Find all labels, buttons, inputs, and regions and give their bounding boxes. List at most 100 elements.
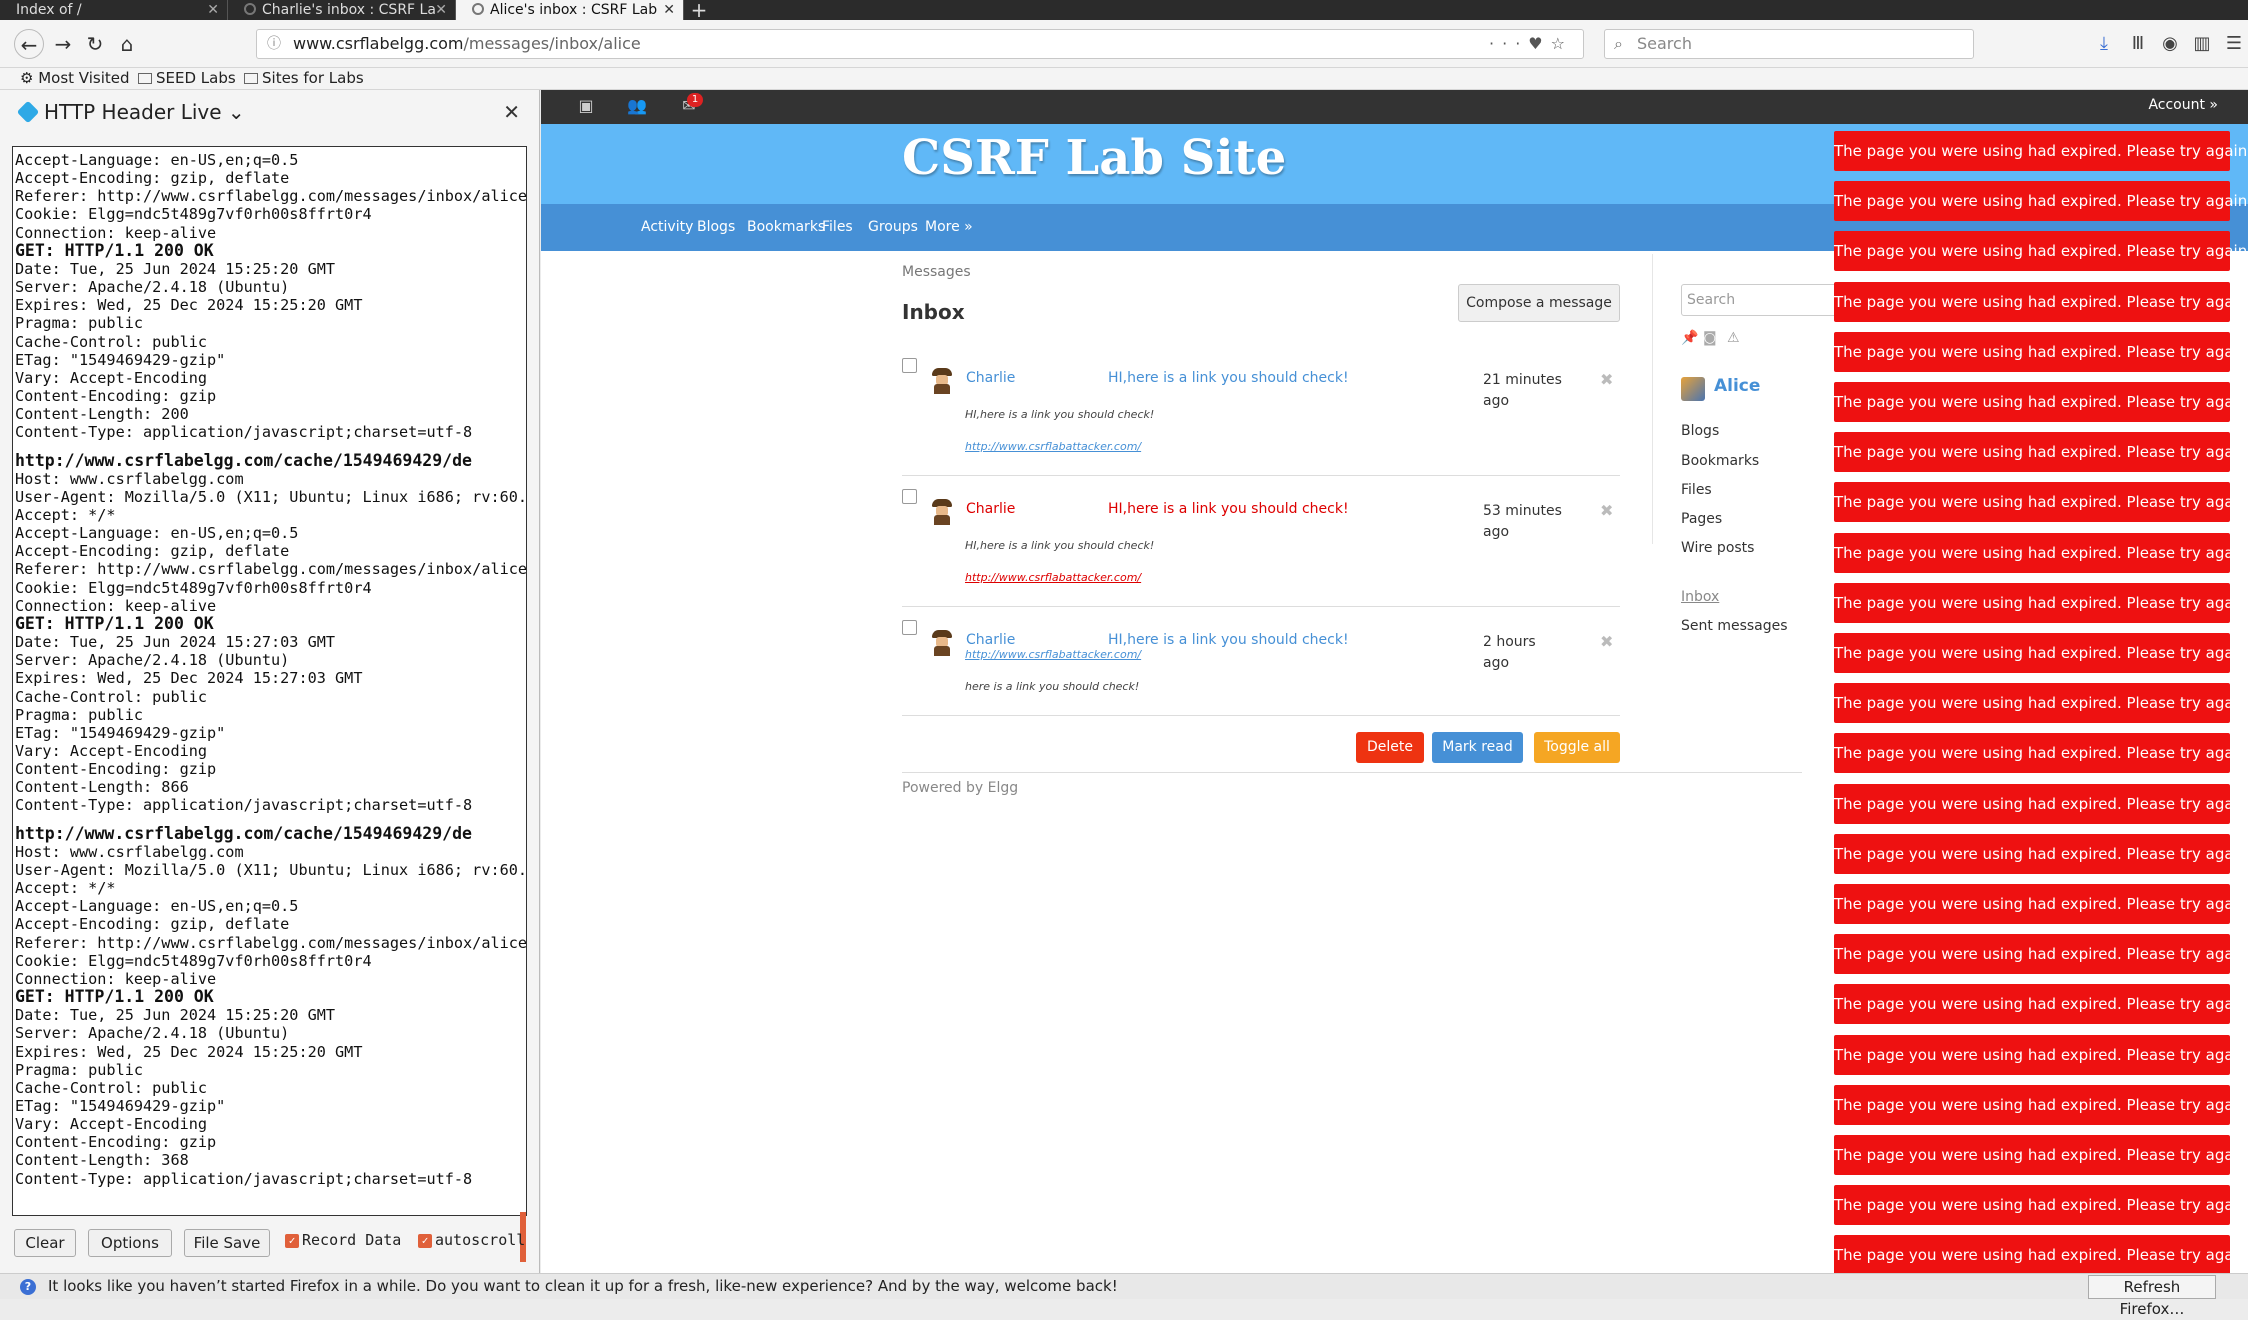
sidebar-toggle-icon[interactable]: ▥ bbox=[2188, 29, 2216, 59]
account-menu[interactable]: Account » bbox=[2148, 97, 2218, 113]
error-message[interactable]: The page you were using had expired. Ple… bbox=[1834, 281, 2248, 322]
owner-link-blogs[interactable]: Blogs bbox=[1681, 423, 1719, 439]
message-sender[interactable]: Charlie bbox=[966, 632, 1015, 648]
refresh-firefox-button[interactable]: Refresh Firefox… bbox=[2088, 1275, 2216, 1318]
error-message[interactable]: The page you were using had expired. Ple… bbox=[1834, 1034, 2248, 1075]
message-link[interactable]: http://www.csrflabattacker.com/ bbox=[965, 571, 1141, 584]
close-tab-icon[interactable]: ✕ bbox=[207, 0, 219, 20]
error-message[interactable]: The page you were using had expired. Ple… bbox=[1834, 984, 2248, 1025]
error-message[interactable]: The page you were using had expired. Ple… bbox=[1834, 131, 2248, 171]
avatar[interactable] bbox=[930, 368, 954, 394]
message-checkbox[interactable] bbox=[902, 358, 917, 373]
error-message[interactable]: The page you were using had expired. Ple… bbox=[1834, 482, 2248, 523]
forward-icon[interactable]: → bbox=[48, 29, 78, 59]
menu-activity[interactable]: Activity bbox=[641, 219, 693, 235]
clear-button[interactable]: Clear bbox=[14, 1229, 76, 1257]
autoscroll-checkbox[interactable]: ✓ autoscroll bbox=[418, 1231, 525, 1249]
bookmark-most-visited[interactable]: ⚙ Most Visited bbox=[20, 68, 130, 88]
page-actions-icon[interactable]: ···♥☆ bbox=[1489, 30, 1573, 58]
messages-link-sent[interactable]: Sent messages bbox=[1681, 618, 1788, 634]
message-row[interactable]: Charlie HI,here is a link you should che… bbox=[902, 620, 1620, 716]
back-icon[interactable]: ← bbox=[14, 29, 44, 59]
error-message[interactable]: The page you were using had expired. Ple… bbox=[1834, 1235, 2248, 1276]
rss-icon[interactable]: ◙ bbox=[1703, 330, 1717, 346]
message-row[interactable]: Charlie HI,here is a link you should che… bbox=[902, 489, 1620, 607]
owner-link-files[interactable]: Files bbox=[1681, 482, 1712, 498]
error-message[interactable]: The page you were using had expired. Ple… bbox=[1834, 833, 2248, 874]
delete-icon[interactable]: ✖ bbox=[1600, 632, 1613, 651]
delete-icon[interactable]: ✖ bbox=[1600, 370, 1613, 389]
menu-bookmarks[interactable]: Bookmarks bbox=[747, 219, 825, 235]
error-message[interactable]: The page you were using had expired. Ple… bbox=[1834, 934, 2248, 975]
site-title[interactable]: CSRF Lab Site bbox=[902, 130, 1286, 186]
message-subject[interactable]: HI,here is a link you should check! bbox=[1108, 632, 1349, 648]
message-checkbox[interactable] bbox=[902, 620, 917, 635]
error-message[interactable]: The page you were using had expired. Ple… bbox=[1834, 382, 2248, 422]
menu-files[interactable]: Files bbox=[822, 219, 853, 235]
message-link[interactable]: http://www.csrflabattacker.com/ bbox=[965, 440, 1141, 453]
error-message[interactable]: The page you were using had expired. Ple… bbox=[1834, 783, 2248, 824]
error-message[interactable]: The page you were using had expired. Ple… bbox=[1834, 231, 2248, 272]
powered-by-link[interactable]: Powered by Elgg bbox=[902, 780, 1018, 796]
breadcrumb[interactable]: Messages bbox=[902, 264, 971, 280]
sidebar-title-switcher[interactable]: HTTP Header Live ⌄ bbox=[44, 100, 245, 124]
delete-icon[interactable]: ✖ bbox=[1600, 501, 1613, 520]
menu-more[interactable]: More » bbox=[925, 219, 973, 235]
close-icon[interactable]: ✕ bbox=[503, 100, 520, 124]
message-row[interactable]: Charlie HI,here is a link you should che… bbox=[902, 358, 1620, 476]
messages-link-inbox[interactable]: Inbox bbox=[1681, 589, 1719, 605]
record-data-checkbox[interactable]: ✓ Record Data bbox=[285, 1231, 401, 1249]
reload-icon[interactable]: ↻ bbox=[80, 29, 110, 59]
menu-blogs[interactable]: Blogs bbox=[697, 219, 735, 235]
site-info-icon[interactable]: ⓘ bbox=[267, 30, 281, 58]
close-tab-icon[interactable]: ✕ bbox=[663, 0, 675, 20]
mark-read-button[interactable]: Mark read bbox=[1432, 732, 1523, 763]
tab-index[interactable]: Index of / ✕ bbox=[0, 0, 228, 20]
home-icon[interactable]: ⌂ bbox=[112, 29, 142, 59]
error-message[interactable]: The page you were using had expired. Ple… bbox=[1834, 532, 2248, 573]
compose-message-button[interactable]: Compose a message bbox=[1458, 284, 1620, 322]
search-bar[interactable]: ⌕ Search bbox=[1604, 29, 1974, 59]
error-message[interactable]: The page you were using had expired. Ple… bbox=[1834, 582, 2248, 623]
pin-icon[interactable]: 📌 bbox=[1681, 330, 1698, 346]
error-message[interactable]: The page you were using had expired. Ple… bbox=[1834, 331, 2248, 372]
library-icon[interactable]: Ⅲ bbox=[2124, 29, 2152, 59]
message-sender[interactable]: Charlie bbox=[966, 501, 1015, 517]
avatar[interactable] bbox=[930, 630, 954, 656]
bookmark-seed-labs[interactable]: SEED Labs bbox=[138, 68, 236, 88]
sync-icon[interactable]: ◉ bbox=[2156, 29, 2184, 59]
download-icon[interactable]: ⤓ bbox=[2090, 29, 2118, 59]
close-tab-icon[interactable]: ✕ bbox=[435, 0, 447, 20]
warning-icon[interactable]: ⚠ bbox=[1727, 330, 1740, 346]
header-log[interactable]: Accept-Language: en-US,en;q=0.5 Accept-En… bbox=[12, 146, 527, 1216]
message-link[interactable]: http://www.csrflabattacker.com/ bbox=[965, 648, 1141, 661]
toggle-all-button[interactable]: Toggle all bbox=[1534, 732, 1620, 763]
options-button[interactable]: Options bbox=[88, 1229, 172, 1257]
error-message[interactable]: The page you were using had expired. Ple… bbox=[1834, 683, 2248, 724]
error-message[interactable]: The page you were using had expired. Ple… bbox=[1834, 1135, 2248, 1175]
hamburger-menu-icon[interactable]: ☰ bbox=[2220, 29, 2248, 59]
avatar[interactable] bbox=[930, 499, 954, 525]
message-sender[interactable]: Charlie bbox=[966, 370, 1015, 386]
message-subject[interactable]: HI,here is a link you should check! bbox=[1108, 370, 1349, 386]
error-message[interactable]: The page you were using had expired. Ple… bbox=[1834, 1084, 2248, 1125]
friends-icon[interactable]: 👥 bbox=[626, 96, 648, 116]
error-message[interactable]: The page you were using had expired. Ple… bbox=[1834, 633, 2248, 673]
error-message[interactable]: The page you were using had expired. Ple… bbox=[1834, 733, 2248, 774]
owner-link-wire-posts[interactable]: Wire posts bbox=[1681, 540, 1754, 556]
message-subject[interactable]: HI,here is a link you should check! bbox=[1108, 501, 1349, 517]
error-message[interactable]: The page you were using had expired. Ple… bbox=[1834, 884, 2248, 924]
user-avatar[interactable] bbox=[1681, 377, 1705, 401]
owner-name[interactable]: Alice bbox=[1714, 376, 1760, 396]
site-logo-icon[interactable]: ▣ bbox=[575, 96, 597, 116]
new-tab-icon[interactable]: + bbox=[684, 0, 714, 20]
site-search-input[interactable]: Search bbox=[1681, 284, 1841, 316]
bookmark-sites-for-labs[interactable]: Sites for Labs bbox=[244, 68, 364, 88]
error-message[interactable]: The page you were using had expired. Ple… bbox=[1834, 181, 2248, 222]
delete-button[interactable]: Delete bbox=[1356, 732, 1424, 763]
tab-charlie-inbox[interactable]: Charlie's inbox : CSRF La ✕ bbox=[228, 0, 456, 20]
file-save-button[interactable]: File Save bbox=[184, 1229, 270, 1257]
owner-link-bookmarks[interactable]: Bookmarks bbox=[1681, 453, 1759, 469]
message-checkbox[interactable] bbox=[902, 489, 917, 504]
error-message[interactable]: The page you were using had expired. Ple… bbox=[1834, 1185, 2248, 1226]
